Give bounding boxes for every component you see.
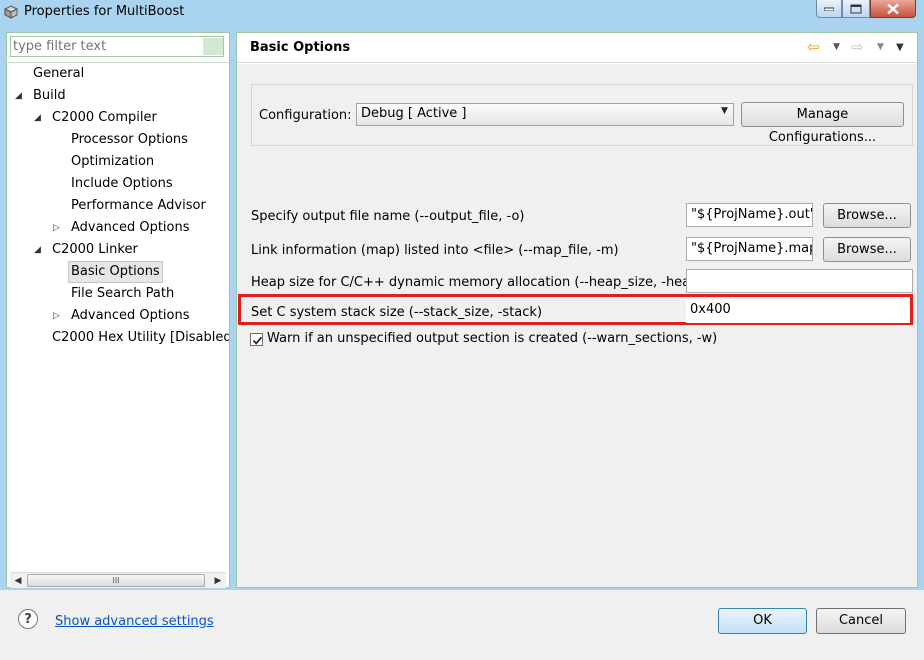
page-title: Basic Options: [250, 40, 351, 55]
maximize-button[interactable]: [842, 0, 870, 18]
tree-item-label: Include Options: [71, 176, 173, 191]
tree-item-label: General: [33, 66, 85, 81]
heap-size-label: Heap size for C/C++ dynamic memory alloc…: [251, 275, 704, 290]
forward-dropdown-icon[interactable]: ▼: [877, 42, 884, 52]
stack-size-label: Set C system stack size (--stack_size, -…: [251, 305, 543, 320]
property-tree: General ◢ Build ◢ C2000 Compiler Processor Op…: [7, 62, 229, 570]
configuration-group: Configuration: Debug [ Active ] ▼ Manage…: [251, 84, 913, 146]
configuration-value: Debug [ Active ]: [361, 106, 467, 121]
expanded-triangle-icon[interactable]: ◢: [15, 85, 25, 107]
output-file-browse-button[interactable]: Browse...: [823, 203, 911, 228]
help-icon[interactable]: ?: [18, 609, 38, 629]
navigation-pane: General ◢ Build ◢ C2000 Compiler Processor Op…: [6, 32, 230, 588]
checkmark-icon: [252, 336, 263, 345]
tree-horizontal-scrollbar[interactable]: ◀ III ▶: [10, 572, 226, 588]
tree-item-label: Basic Options: [68, 261, 163, 283]
minimize-button[interactable]: [816, 0, 842, 18]
tree-item[interactable]: Basic Options: [7, 261, 229, 283]
stack-size-input[interactable]: 0x400: [686, 299, 910, 323]
app-icon: [3, 5, 19, 19]
back-arrow-icon[interactable]: ⇦: [807, 38, 820, 56]
scrollbar-thumb[interactable]: III: [27, 574, 205, 587]
tree-item[interactable]: ▷ Advanced Options: [7, 305, 229, 327]
tree-item-label: Performance Advisor: [71, 198, 206, 213]
heap-size-input[interactable]: [686, 269, 913, 293]
maximize-icon: [850, 4, 862, 13]
tree-item[interactable]: ◢ C2000 Compiler: [7, 107, 229, 129]
tree-item[interactable]: C2000 Hex Utility [Disabled]: [7, 327, 229, 349]
close-button[interactable]: [870, 0, 916, 18]
filter-input[interactable]: [10, 36, 224, 57]
collapsed-triangle-icon[interactable]: ▷: [53, 217, 63, 239]
clear-filter-icon[interactable]: [203, 38, 223, 55]
tree-item[interactable]: File Search Path: [7, 283, 229, 305]
chevron-down-icon: ▼: [721, 106, 728, 116]
window-title: Properties for MultiBoost: [24, 4, 185, 19]
minimize-icon: [824, 7, 834, 11]
configuration-label: Configuration:: [259, 108, 352, 123]
tree-item-label: Advanced Options: [71, 308, 190, 323]
view-menu-icon[interactable]: ▼: [896, 42, 904, 53]
back-dropdown-icon[interactable]: ▼: [833, 42, 840, 52]
tree-item[interactable]: Optimization: [7, 151, 229, 173]
tree-item[interactable]: ◢ Build: [7, 85, 229, 107]
expanded-triangle-icon[interactable]: ◢: [34, 239, 44, 261]
map-file-input[interactable]: "${ProjName}.map": [686, 237, 813, 261]
properties-page: Basic Options ⇦ ▼ ⇨ ▼ ▼ Configuration: D…: [236, 32, 918, 588]
map-file-label: Link information (map) listed into <file…: [251, 243, 619, 258]
warn-sections-checkbox[interactable]: [250, 333, 263, 346]
tree-item-label: Optimization: [71, 154, 155, 169]
tree-item[interactable]: ▷ Advanced Options: [7, 217, 229, 239]
scroll-right-icon[interactable]: ▶: [210, 573, 226, 589]
title-bar[interactable]: Properties for MultiBoost: [0, 0, 924, 26]
page-content: Configuration: Debug [ Active ] ▼ Manage…: [237, 64, 917, 587]
dialog-footer: ? Show advanced settings OK Cancel: [0, 590, 924, 660]
collapsed-triangle-icon[interactable]: ▷: [53, 305, 63, 327]
map-file-browse-button[interactable]: Browse...: [823, 237, 911, 262]
tree-item-label: Processor Options: [71, 132, 188, 147]
manage-configurations-button[interactable]: Manage Configurations...: [741, 102, 904, 145]
expanded-triangle-icon[interactable]: ◢: [34, 107, 44, 129]
tree-item-label: C2000 Hex Utility [Disabled]: [52, 330, 229, 345]
tree-item[interactable]: Include Options: [7, 173, 229, 195]
output-file-label: Specify output file name (--output_file,…: [251, 209, 525, 224]
scrollbar-grip: III: [112, 576, 120, 585]
tree-item-label: Build: [33, 88, 66, 103]
tree-item[interactable]: Processor Options: [7, 129, 229, 151]
show-advanced-settings-link[interactable]: Show advanced settings: [55, 614, 214, 629]
tree-item-label: Advanced Options: [71, 220, 190, 235]
tree-item[interactable]: Performance Advisor: [7, 195, 229, 217]
tree-item[interactable]: General: [7, 63, 229, 85]
output-file-input[interactable]: "${ProjName}.out": [686, 203, 813, 227]
close-icon: [887, 3, 899, 14]
configuration-select[interactable]: Debug [ Active ] ▼: [356, 103, 734, 126]
tree-item-label: C2000 Linker: [52, 242, 138, 257]
tree-item[interactable]: ◢ C2000 Linker: [7, 239, 229, 261]
page-header: Basic Options ⇦ ▼ ⇨ ▼ ▼: [237, 33, 917, 63]
tree-item-label: C2000 Compiler: [52, 110, 157, 125]
forward-arrow-icon[interactable]: ⇨: [851, 38, 864, 56]
ok-button[interactable]: OK: [718, 608, 807, 634]
scroll-left-icon[interactable]: ◀: [10, 573, 26, 589]
warn-sections-label: Warn if an unspecified output section is…: [267, 331, 718, 346]
cancel-button[interactable]: Cancel: [816, 608, 906, 634]
tree-item-label: File Search Path: [71, 286, 175, 301]
